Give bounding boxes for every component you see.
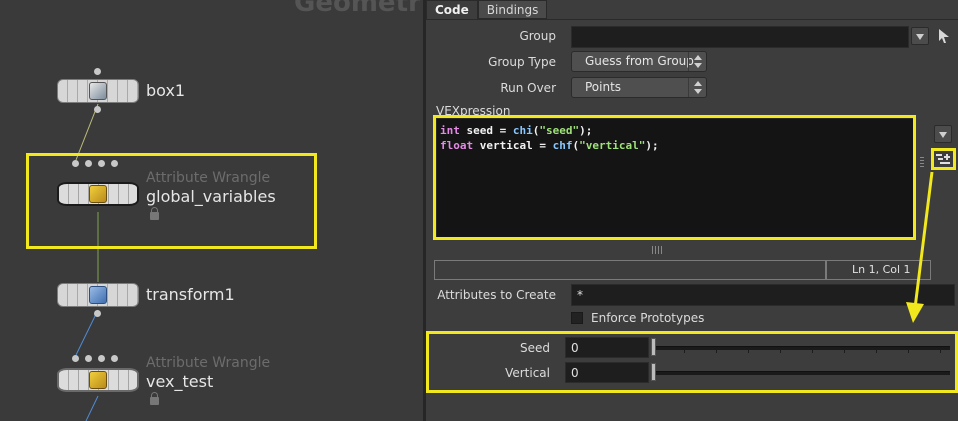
vertical-slider-track[interactable]: [654, 371, 950, 375]
group-field[interactable]: [571, 26, 909, 48]
node-type-vex-test: Attribute Wrangle: [146, 355, 271, 371]
node-vex-test[interactable]: [57, 368, 139, 392]
node-label-global-variables: global_variables: [146, 187, 276, 206]
annotation-arrow: [906, 171, 934, 323]
node-label-box1: box1: [146, 81, 186, 100]
wire-transform-vex: [75, 309, 99, 356]
slider-tick: [684, 349, 685, 353]
parameter-panel: Code Bindings Group Group Type Guess fro…: [423, 0, 958, 421]
node-type-global-variables: Attribute Wrangle: [146, 170, 271, 186]
resize-grip-icon[interactable]: [920, 157, 924, 169]
run-over-menu[interactable]: Points: [571, 77, 707, 98]
slider-tick: [812, 349, 813, 353]
node-global-variables[interactable]: [57, 182, 139, 206]
node-input-dot[interactable]: [72, 355, 79, 362]
resize-grip-icon[interactable]: [652, 246, 664, 254]
group-menu-button[interactable]: [911, 27, 929, 45]
attributes-to-create-label: Attributes to Create: [437, 288, 556, 302]
vertical-field[interactable]: 0: [565, 362, 649, 383]
tab-bindings[interactable]: Bindings: [477, 0, 548, 19]
slider-tick: [844, 349, 845, 353]
slider-tick: [716, 349, 717, 353]
seed-slider-handle[interactable]: [651, 338, 656, 356]
network-editor[interactable]: Geometry box1 Attribute Wrangle global_v…: [0, 0, 420, 421]
pin-icon[interactable]: [937, 28, 951, 44]
highlight-code-editor: [433, 115, 916, 240]
node-output-dot[interactable]: [94, 310, 101, 317]
seed-label: Seed: [520, 341, 550, 355]
chevron-down-icon: [916, 34, 924, 40]
slider-tick: [940, 349, 941, 353]
seed-field[interactable]: 0: [565, 337, 649, 358]
group-type-menu[interactable]: Guess from Group: [571, 51, 707, 72]
lock-icon[interactable]: [150, 207, 159, 220]
vertical-label: Vertical: [505, 366, 550, 380]
group-label: Group: [519, 29, 556, 43]
menu-arrows-icon: [688, 78, 706, 97]
group-type-label: Group Type: [488, 55, 556, 69]
node-input-dot[interactable]: [98, 355, 105, 362]
wrangle-icon: [89, 185, 107, 203]
node-box1[interactable]: [57, 79, 139, 103]
code-menu-button[interactable]: [934, 125, 952, 143]
node-input-dot[interactable]: [98, 160, 105, 167]
create-spare-parameters-button[interactable]: [931, 148, 956, 170]
node-input-dot[interactable]: [85, 160, 92, 167]
node-transform1[interactable]: [57, 283, 139, 307]
node-input-dot[interactable]: [72, 160, 79, 167]
group-type-value: Guess from Group: [585, 54, 694, 68]
transform-icon: [89, 286, 107, 304]
wire-vex-out: [85, 395, 99, 421]
slider-tick: [780, 349, 781, 353]
node-input-dot[interactable]: [111, 160, 118, 167]
enforce-prototypes-checkbox[interactable]: [571, 312, 583, 324]
node-input-dot[interactable]: [94, 68, 101, 75]
slider-tick: [876, 349, 877, 353]
node-output-dot[interactable]: [94, 106, 101, 113]
run-over-value: Points: [585, 80, 622, 94]
slider-tick: [748, 349, 749, 353]
node-input-dot[interactable]: [111, 355, 118, 362]
box-icon: [89, 82, 107, 100]
node-label-transform1: transform1: [146, 285, 235, 304]
editor-status-field: [434, 260, 826, 280]
wrangle-icon: [89, 371, 107, 389]
node-label-vex-test: vex_test: [146, 372, 214, 391]
slider-tick: [908, 349, 909, 353]
menu-arrows-icon: [688, 52, 706, 71]
houdini-screen: Geometry box1 Attribute Wrangle global_v…: [0, 0, 958, 421]
run-over-label: Run Over: [500, 81, 556, 95]
chevron-down-icon: [939, 132, 947, 138]
attributes-to-create-field[interactable]: *: [571, 284, 955, 306]
tab-code[interactable]: Code: [426, 0, 478, 19]
node-input-dot[interactable]: [85, 355, 92, 362]
enforce-prototypes-label: Enforce Prototypes: [591, 311, 705, 325]
seed-slider-track[interactable]: [654, 346, 950, 350]
vertical-slider-handle[interactable]: [651, 363, 656, 381]
divider: [426, 19, 958, 20]
tab-bar: Code Bindings: [426, 0, 548, 20]
lock-icon[interactable]: [150, 392, 159, 405]
create-spare-parameters-icon: [936, 154, 950, 164]
